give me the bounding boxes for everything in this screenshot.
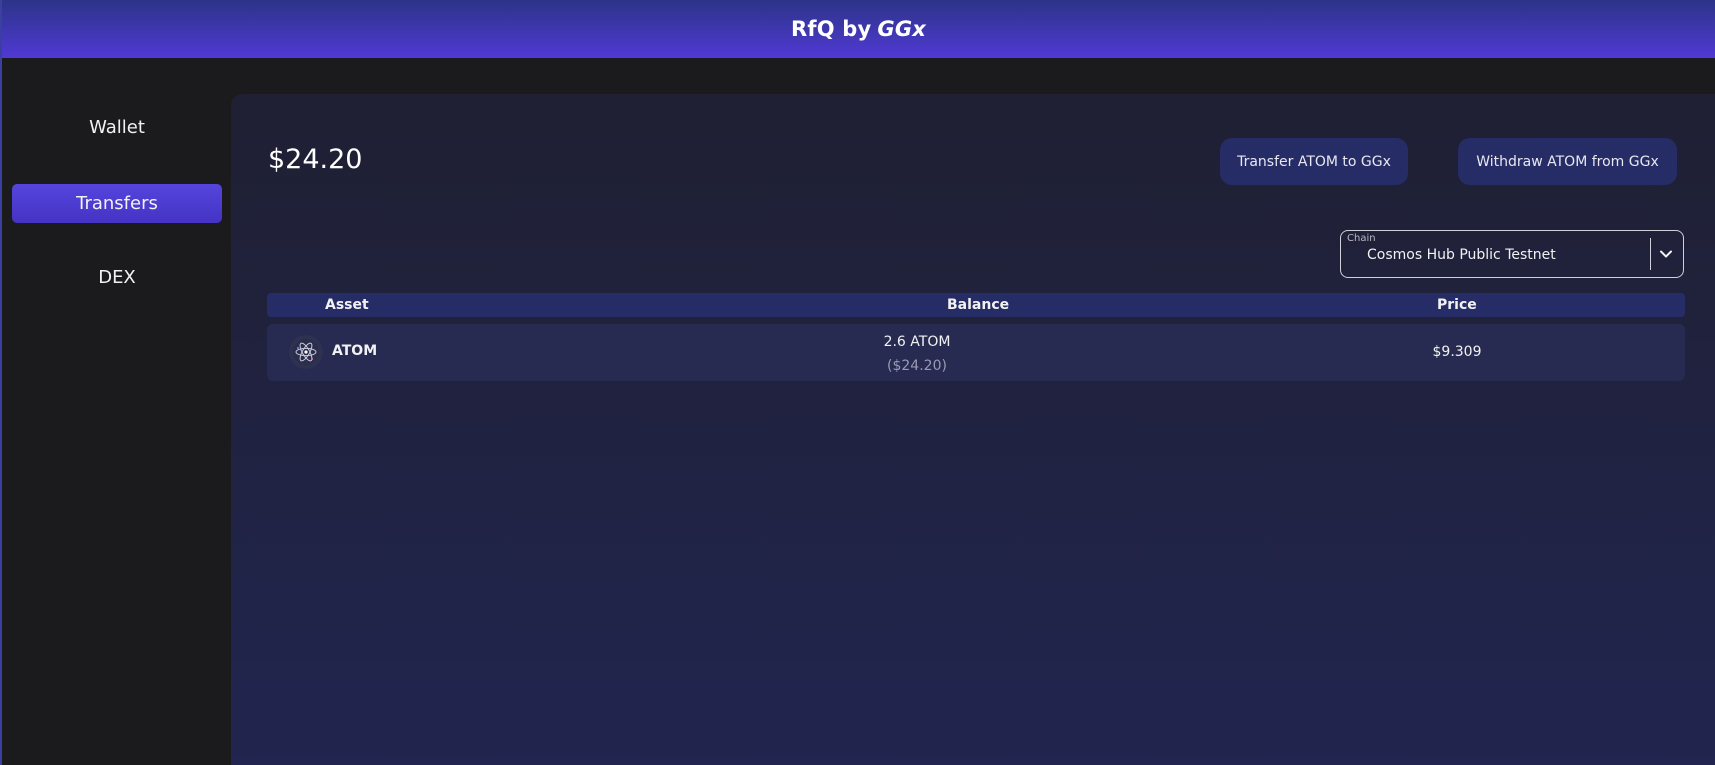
- sidebar-item-label: Transfers: [76, 193, 158, 214]
- table-row[interactable]: ATOM 2.6 ATOM ($24.20) $9.309: [267, 324, 1685, 381]
- column-header-price: Price: [1437, 297, 1477, 313]
- chain-select-value: Cosmos Hub Public Testnet: [1367, 247, 1556, 263]
- asset-balance-usd: ($24.20): [887, 358, 947, 374]
- column-header-balance: Balance: [947, 297, 1010, 313]
- sidebar-item-label: DEX: [98, 267, 136, 288]
- main-panel: $24.20 Transfer ATOM to GGx Withdraw ATO…: [231, 94, 1715, 765]
- sidebar-item-transfers[interactable]: Transfers: [12, 184, 222, 223]
- app-window: RfQ by GGx Wallet Transfers DEX $24.20 T…: [0, 0, 1715, 765]
- cosmos-atom-icon: [289, 335, 323, 369]
- chain-select-label: Chain: [1347, 233, 1376, 244]
- chevron-down-icon[interactable]: [1657, 245, 1675, 263]
- asset-balance: 2.6 ATOM: [883, 334, 951, 350]
- sidebar-item-wallet[interactable]: Wallet: [12, 108, 222, 147]
- app-header: RfQ by GGx: [2, 0, 1715, 58]
- column-header-asset: Asset: [325, 297, 369, 313]
- asset-symbol: ATOM: [332, 343, 378, 359]
- chain-select-divider: [1650, 238, 1651, 270]
- withdraw-atom-button[interactable]: Withdraw ATOM from GGx: [1458, 138, 1677, 185]
- sidebar-item-label: Wallet: [89, 117, 145, 138]
- total-balance: $24.20: [268, 144, 363, 175]
- asset-price: $9.309: [1432, 344, 1482, 360]
- sidebar-item-dex[interactable]: DEX: [12, 258, 222, 297]
- chain-select[interactable]: Chain Cosmos Hub Public Testnet: [1340, 230, 1684, 278]
- transfer-atom-button[interactable]: Transfer ATOM to GGx: [1220, 138, 1408, 185]
- app-title-prefix: RfQ by: [790, 17, 872, 41]
- app-title: RfQ by GGx: [791, 17, 926, 41]
- sidebar: Wallet Transfers DEX: [2, 58, 230, 765]
- app-title-brand: GGx: [877, 17, 927, 41]
- asset-table-header: Asset Balance Price: [267, 293, 1685, 317]
